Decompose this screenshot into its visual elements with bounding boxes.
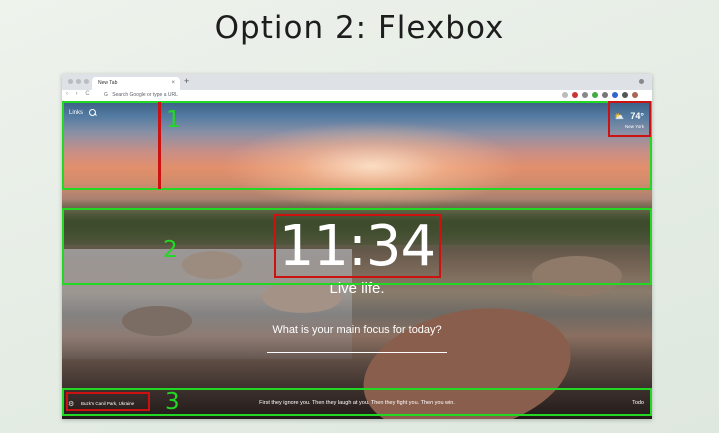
google-icon: G <box>104 92 108 98</box>
focus-input[interactable] <box>267 352 447 353</box>
url-input[interactable]: G Search Google or type a URL <box>104 92 178 98</box>
region-box-3 <box>62 388 652 416</box>
slide-title: Option 2: Flexbox <box>214 10 505 46</box>
region-label-2: 2 <box>163 237 178 263</box>
divider-line <box>158 102 161 189</box>
region-label-3: 3 <box>165 389 180 415</box>
url-placeholder: Search Google or type a URL <box>112 92 178 98</box>
extension-icons[interactable] <box>562 92 638 98</box>
profile-icon[interactable] <box>639 79 644 84</box>
tab-bar: New Tab × + <box>62 74 652 90</box>
new-tab-button[interactable]: + <box>184 76 189 86</box>
clock-highlight <box>274 214 441 278</box>
window-controls[interactable] <box>68 79 89 84</box>
region-label-1: 1 <box>166 107 181 133</box>
location-highlight <box>66 392 150 411</box>
tab-title: New Tab <box>98 80 118 86</box>
tab-new-tab[interactable]: New Tab × <box>92 77 180 90</box>
region-box-1 <box>62 101 652 190</box>
close-icon[interactable]: × <box>171 77 175 90</box>
weather-highlight <box>608 101 651 137</box>
nav-buttons[interactable]: ‹ › C <box>66 91 93 97</box>
focus-prompt: What is your main focus for today? <box>272 324 442 336</box>
